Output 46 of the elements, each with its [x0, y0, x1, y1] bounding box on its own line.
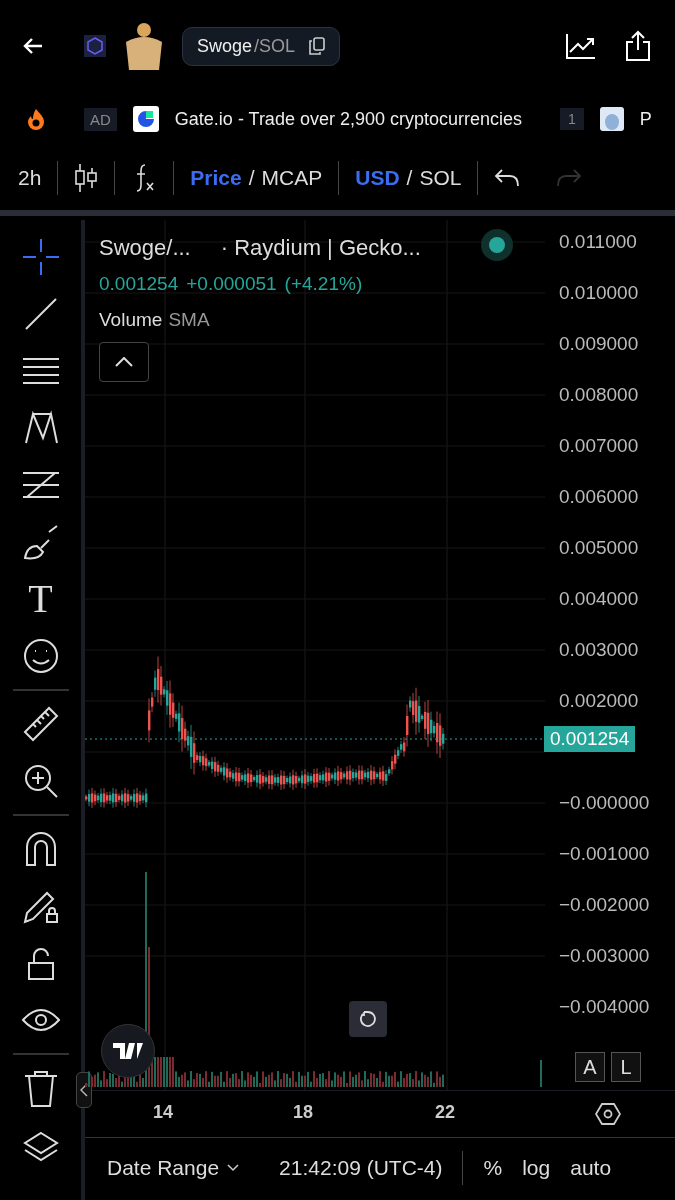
y-axis-label: −0.004000	[559, 995, 650, 1019]
log-toggle[interactable]: log	[522, 1156, 551, 1180]
scale-button[interactable]: L	[611, 1052, 641, 1082]
y-axis-label: 0.003000	[559, 638, 639, 662]
date-range-button[interactable]: Date Range	[107, 1156, 240, 1180]
y-axis-label: 0.005000	[559, 536, 639, 560]
scale-button[interactable]: A	[575, 1052, 605, 1082]
y-axis-label: 0.011000	[559, 230, 637, 254]
y-axis-label: 0.006000	[559, 485, 639, 509]
ad-text[interactable]: Gate.io - Trade over 2,900 cryptocurrencies	[174, 108, 522, 130]
y-axis-label: −0.000000	[559, 791, 650, 815]
price-mode-option[interactable]: MCAP	[261, 166, 323, 189]
y-axis-label: 0.002000	[559, 689, 639, 713]
separator: /	[248, 166, 255, 189]
y-axis-label: −0.001000	[559, 842, 650, 866]
y-axis-label: 0.007000	[559, 434, 639, 458]
separator: /	[406, 166, 413, 189]
legend-source: · Raydium | Gecko...	[220, 235, 421, 261]
y-axis-label: −0.002000	[559, 893, 650, 917]
interval-button[interactable]: 2h	[18, 166, 42, 190]
ad-text[interactable]: P	[639, 108, 652, 130]
legend-price: 0.001254	[99, 273, 179, 295]
legend-title: Swoge/...	[99, 235, 191, 261]
percent-toggle[interactable]: %	[483, 1156, 503, 1180]
x-axis-label: 22	[435, 1102, 456, 1123]
y-axis-label: 0.004000	[559, 587, 639, 611]
currency-option[interactable]: USD	[355, 166, 400, 189]
y-axis-label: 0.008000	[559, 383, 639, 407]
price-mode-option[interactable]: Price	[190, 166, 242, 189]
currency-option[interactable]: SOL	[419, 166, 462, 189]
y-axis-label: −0.003000	[559, 944, 650, 968]
legend-change-percent: (+4.21%)	[284, 273, 363, 295]
y-axis-label: 0.010000	[559, 281, 639, 305]
price-label: 0.001254	[544, 726, 636, 753]
legend-change: +0.000051	[186, 273, 277, 295]
y-axis-label: 0.009000	[559, 332, 639, 356]
x-axis-label: 18	[293, 1102, 314, 1123]
ad-count: 1	[560, 108, 584, 130]
ad-badge: AD	[84, 107, 117, 131]
x-axis-label: 14	[153, 1102, 174, 1123]
text-tool[interactable]: T	[20, 579, 61, 619]
timezone-time[interactable]: 21:42:09 (UTC-4)	[279, 1156, 443, 1180]
pair-button[interactable]: Swoge/SOL	[182, 26, 341, 66]
indicator-type: SMA	[168, 309, 210, 331]
auto-toggle[interactable]: auto	[570, 1156, 612, 1180]
indicator-name: Volume	[99, 309, 163, 331]
